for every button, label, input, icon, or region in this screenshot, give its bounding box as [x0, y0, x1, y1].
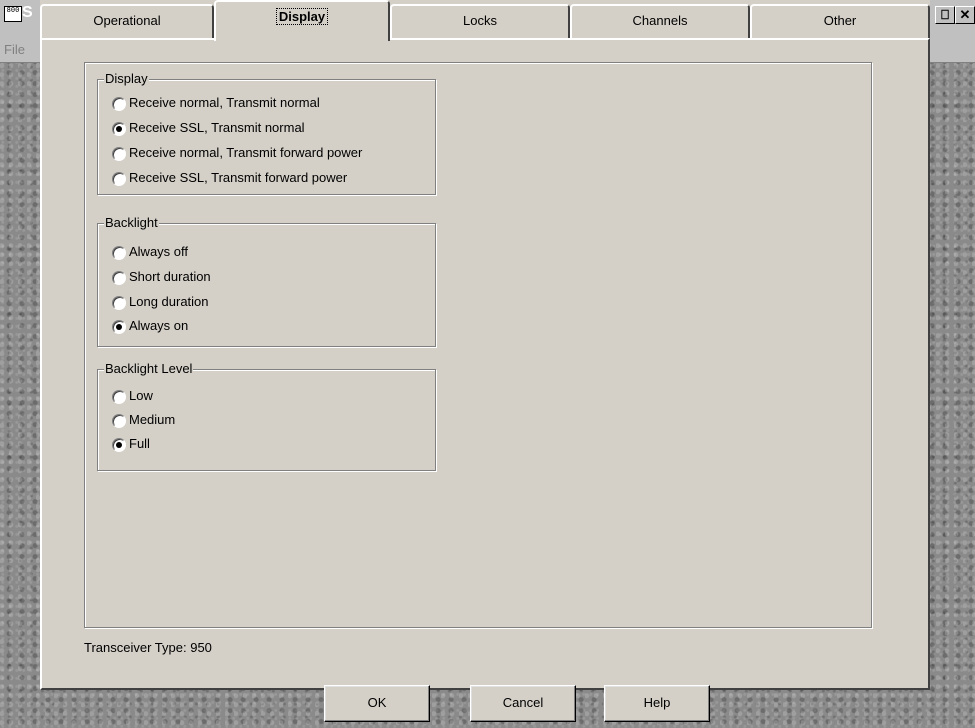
tab-label: Channels	[632, 13, 688, 28]
tab-strip: Operational Display Locks Channels Other	[40, 0, 930, 41]
cancel-button[interactable]: Cancel	[470, 685, 576, 722]
backlight-group: Backlight Always off Short duration Long…	[97, 215, 436, 347]
radio-button[interactable]	[112, 172, 126, 186]
settings-frame: Display Receive normal, Transmit normal …	[84, 62, 872, 628]
radio-label: Receive normal, Transmit normal	[129, 95, 320, 110]
close-icon[interactable]: ✕	[955, 6, 975, 24]
radio-button[interactable]	[112, 97, 126, 111]
radio-selected-dot	[116, 324, 122, 330]
help-button[interactable]: Help	[604, 685, 710, 722]
radio-label: Receive normal, Transmit forward power	[129, 145, 363, 160]
group-label: Display	[104, 71, 149, 86]
app-title-fragment: S	[22, 4, 33, 21]
radio-label: Medium	[129, 412, 176, 427]
tab-label: Operational	[93, 13, 161, 28]
app-icon: 800	[4, 6, 22, 22]
radio-button[interactable]	[112, 122, 126, 136]
radio-selected-dot	[116, 442, 122, 448]
group-label: Backlight	[104, 215, 159, 230]
tab-locks[interactable]: Locks	[390, 4, 570, 38]
transceiver-type-label: Transceiver Type: 950	[84, 640, 212, 655]
restore-icon[interactable]: ⎕	[935, 6, 955, 24]
group-label: Backlight Level	[104, 361, 194, 376]
tab-other[interactable]: Other	[750, 4, 930, 38]
tab-page-display: Display Receive normal, Transmit normal …	[40, 38, 930, 690]
menu-file[interactable]: File	[4, 42, 25, 57]
radio-button[interactable]	[112, 271, 126, 285]
radio-label: Always on	[129, 318, 189, 333]
radio-selected-dot	[116, 126, 122, 132]
radio-label: Short duration	[129, 269, 211, 284]
radio-label: Receive SSL, Transmit normal	[129, 120, 305, 135]
radio-button[interactable]	[112, 246, 126, 260]
tab-display[interactable]: Display	[214, 0, 390, 41]
tab-label: Locks	[463, 13, 497, 28]
radio-label: Receive SSL, Transmit forward power	[129, 170, 348, 185]
tab-label: Display	[275, 8, 329, 25]
tab-channels[interactable]: Channels	[570, 4, 750, 38]
radio-label: Full	[129, 436, 150, 451]
radio-button[interactable]	[112, 390, 126, 404]
radio-label: Low	[129, 388, 153, 403]
tab-label: Other	[823, 13, 857, 28]
radio-button[interactable]	[112, 438, 126, 452]
radio-label: Long duration	[129, 294, 209, 309]
display-group: Display Receive normal, Transmit normal …	[97, 71, 436, 195]
radio-button[interactable]	[112, 320, 126, 334]
display-settings-dialog: Operational Display Locks Channels Other…	[40, 0, 930, 690]
ok-button[interactable]: OK	[324, 685, 430, 722]
backlight-level-group: Backlight Level Low Medium Full	[97, 361, 436, 471]
radio-button[interactable]	[112, 147, 126, 161]
radio-button[interactable]	[112, 414, 126, 428]
tab-operational[interactable]: Operational	[40, 4, 214, 38]
radio-button[interactable]	[112, 296, 126, 310]
radio-label: Always off	[129, 244, 189, 259]
